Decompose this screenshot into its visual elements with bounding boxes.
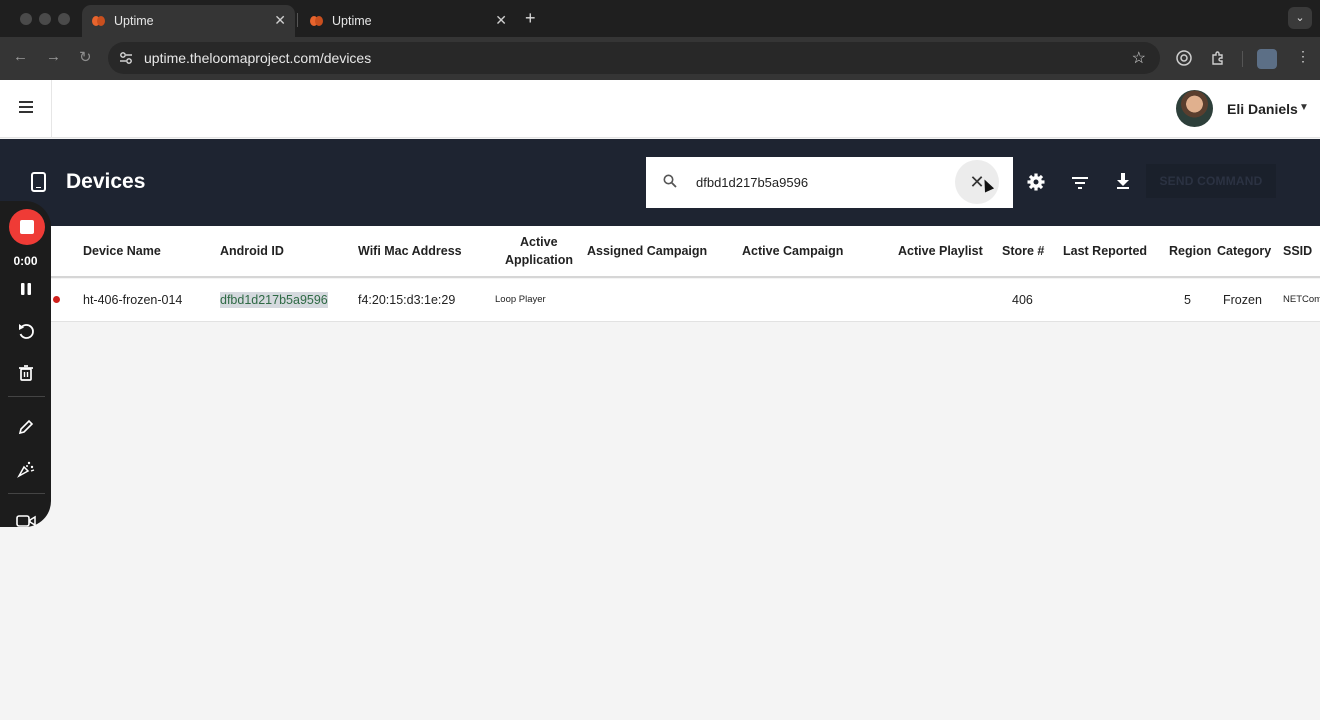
looma-favicon-icon <box>92 16 106 26</box>
browser-tab-1[interactable]: Uptime ✕ <box>82 5 295 37</box>
col-wifi-mac[interactable]: Wifi Mac Address <box>358 244 462 258</box>
window-close-control[interactable] <box>20 13 32 25</box>
camera-icon[interactable] <box>16 513 36 527</box>
col-category[interactable]: Category <box>1217 244 1271 258</box>
col-active-playlist[interactable]: Active Playlist <box>898 244 983 258</box>
col-active-application-line2[interactable]: Application <box>505 253 573 267</box>
filter-icon[interactable] <box>1070 173 1090 193</box>
phone-icon <box>31 172 46 192</box>
restart-icon[interactable] <box>16 321 36 341</box>
col-assigned-campaign[interactable]: Assigned Campaign <box>587 244 707 258</box>
cell-category[interactable]: Frozen <box>1223 293 1262 307</box>
col-active-application-line1[interactable]: Active <box>520 235 558 249</box>
browser-toolbar: ← → ↻ uptime.theloomaproject.com/devices… <box>0 37 1320 80</box>
cell-android-id[interactable]: dfbd1d217b5a9596 <box>220 292 328 308</box>
browser-tab-bar: Uptime ✕ Uptime ✕ + ⌄ <box>0 0 1320 37</box>
pause-icon[interactable] <box>16 279 36 299</box>
recorder-divider <box>8 396 45 397</box>
menu-icon[interactable] <box>19 101 33 113</box>
site-settings-icon[interactable] <box>119 51 133 65</box>
looma-favicon-icon <box>310 16 324 26</box>
cell-active-application[interactable]: Loop Player <box>495 294 546 305</box>
cell-ssid[interactable]: NETCom <box>1283 294 1320 305</box>
cell-store[interactable]: 406 <box>1012 293 1033 307</box>
table-row[interactable]: ht-406-frozen-014 dfbd1d217b5a9596 f4:20… <box>51 279 1320 322</box>
tab-title: Uptime <box>114 14 154 28</box>
screen-recorder-panel: 0:00 <box>0 201 51 527</box>
gear-icon[interactable] <box>1026 172 1046 192</box>
devices-title-bar: Devices ✕ SEND COMMAND <box>0 139 1320 226</box>
pencil-icon[interactable] <box>16 417 36 437</box>
status-dot-icon <box>53 296 60 303</box>
send-command-button[interactable]: SEND COMMAND <box>1146 164 1276 198</box>
app-header: Eli Daniels ▼ <box>0 80 1320 138</box>
search-input[interactable] <box>696 172 946 192</box>
col-store[interactable]: Store # <box>1002 244 1044 258</box>
window-minimize-control[interactable] <box>39 13 51 25</box>
search-icon <box>663 174 677 188</box>
user-name[interactable]: Eli Daniels <box>1227 101 1298 117</box>
browser-tab-2[interactable]: Uptime ✕ <box>300 5 516 37</box>
clear-search-button[interactable]: ✕ <box>955 160 999 204</box>
col-android-id[interactable]: Android ID <box>220 244 284 258</box>
url-text: uptime.theloomaproject.com/devices <box>144 50 372 66</box>
cell-device-name[interactable]: ht-406-frozen-014 <box>83 293 182 307</box>
page-title: Devices <box>66 170 146 193</box>
toolbar-divider <box>1242 51 1243 67</box>
tab-search-chevron-icon[interactable]: ⌄ <box>1288 7 1312 29</box>
header-divider <box>51 80 52 138</box>
new-tab-icon[interactable]: + <box>525 8 536 29</box>
effects-sparkle-icon[interactable] <box>16 459 36 479</box>
col-last-reported[interactable]: Last Reported <box>1063 244 1147 258</box>
tab-close-icon[interactable]: ✕ <box>274 12 286 29</box>
col-device-name[interactable]: Device Name <box>83 244 161 258</box>
recorder-divider <box>8 493 45 494</box>
col-region[interactable]: Region <box>1169 244 1211 258</box>
profile-avatar[interactable] <box>1257 49 1277 69</box>
trash-icon[interactable] <box>16 363 36 383</box>
recording-timer: 0:00 <box>13 254 38 268</box>
extensions-puzzle-icon[interactable] <box>1210 50 1226 66</box>
cell-region[interactable]: 5 <box>1184 293 1191 307</box>
cell-wifi-mac[interactable]: f4:20:15:d3:1e:29 <box>358 293 455 307</box>
browser-menu-icon[interactable]: ⋮ <box>1296 48 1310 65</box>
address-bar[interactable]: uptime.theloomaproject.com/devices ☆ <box>108 42 1160 74</box>
forward-arrow-icon[interactable]: → <box>46 48 61 65</box>
stop-recording-button[interactable] <box>9 209 45 245</box>
bookmark-star-icon[interactable]: ☆ <box>1132 48 1146 68</box>
extension-at-icon[interactable] <box>1176 50 1192 66</box>
reload-icon[interactable]: ↻ <box>79 48 92 66</box>
tab-close-icon[interactable]: ✕ <box>495 12 507 29</box>
download-icon[interactable] <box>1113 171 1133 191</box>
chevron-down-icon[interactable]: ▼ <box>1299 102 1309 113</box>
avatar[interactable] <box>1176 90 1213 127</box>
search-box: ✕ <box>646 157 1013 208</box>
table-header: Device Name Android ID Wifi Mac Address … <box>51 226 1320 278</box>
tab-separator <box>297 13 298 27</box>
window-zoom-control[interactable] <box>58 13 70 25</box>
tab-title: Uptime <box>332 14 372 28</box>
col-ssid[interactable]: SSID <box>1283 244 1312 258</box>
col-active-campaign[interactable]: Active Campaign <box>742 244 843 258</box>
back-arrow-icon[interactable]: ← <box>13 48 28 65</box>
